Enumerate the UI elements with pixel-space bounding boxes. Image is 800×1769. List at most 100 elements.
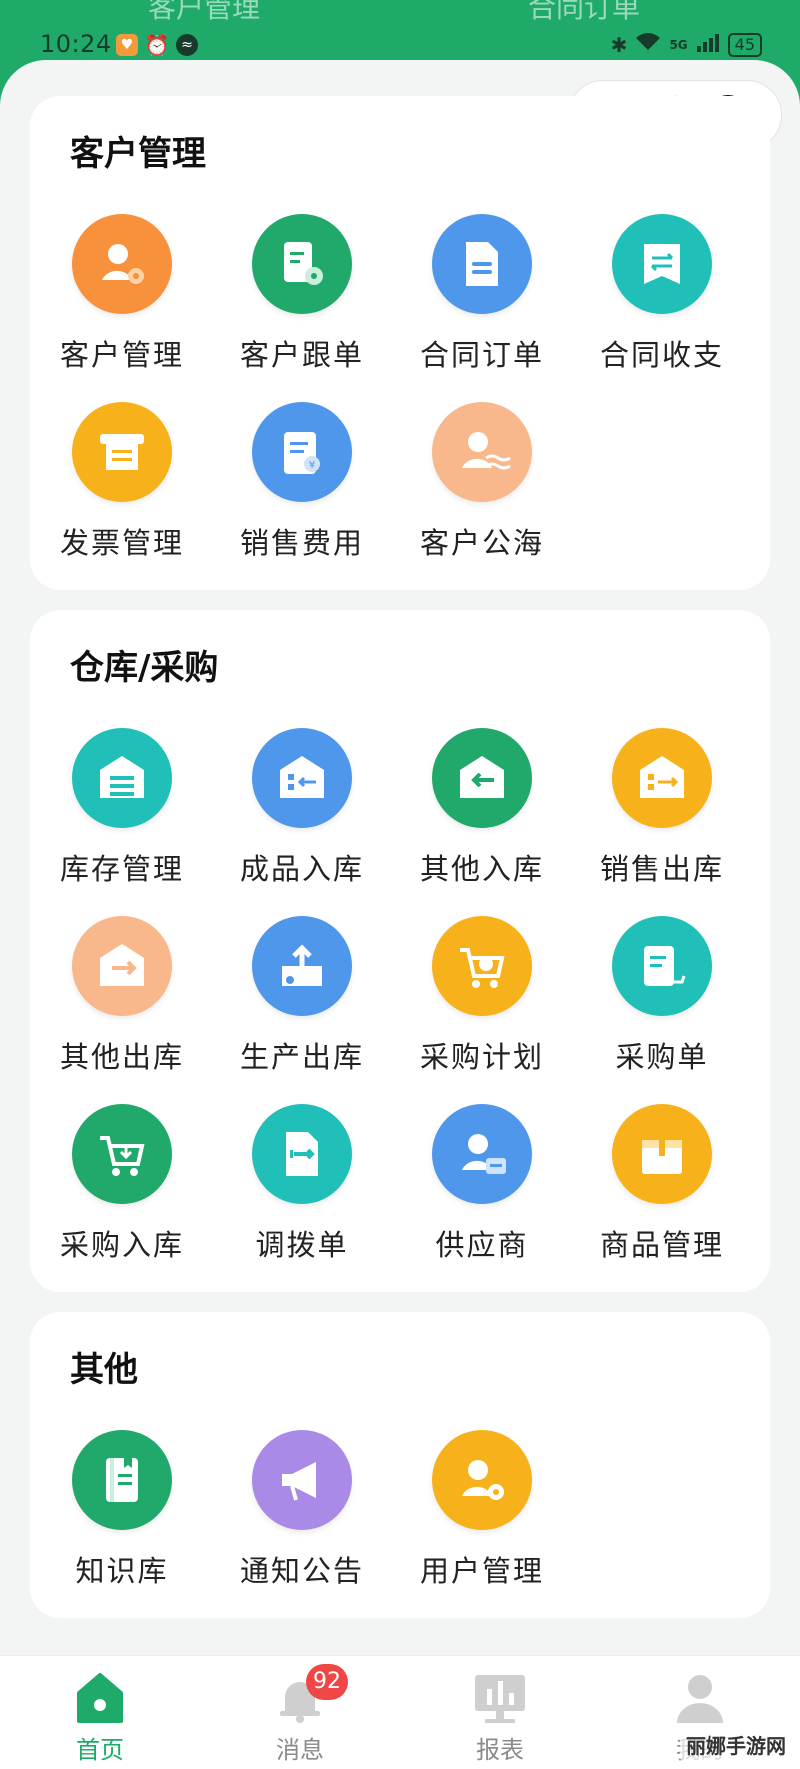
- feature-label: 其他出库: [59, 1040, 184, 1074]
- product-box-icon: [612, 1104, 712, 1204]
- bell-icon: 92: [270, 1664, 348, 1726]
- feature-tile[interactable]: 合同收支: [572, 214, 752, 374]
- feature-tile[interactable]: 用户管理: [392, 1430, 572, 1590]
- feature-label: 采购单: [615, 1040, 709, 1074]
- status-time: 10:24: [40, 30, 112, 58]
- feature-tile[interactable]: 客户公海: [392, 402, 572, 562]
- warehouse-icon: [72, 728, 172, 828]
- feature-label: 客户管理: [59, 338, 184, 372]
- profile-icon: [670, 1670, 730, 1726]
- feature-label: 客户公海: [419, 526, 544, 560]
- feature-tile[interactable]: 合同订单: [392, 214, 572, 374]
- feature-tile[interactable]: 知识库: [32, 1430, 212, 1590]
- customer-sea-icon: [432, 402, 532, 502]
- feature-tile[interactable]: 客户跟单: [212, 214, 392, 374]
- background-header: 客户管理 合同订单: [0, 0, 800, 30]
- megaphone-icon: [252, 1430, 352, 1530]
- warehouse-arrow-in-icon: [432, 728, 532, 828]
- feature-tile[interactable]: 客户管理: [32, 214, 212, 374]
- network-label: 5G: [669, 37, 688, 52]
- feature-tile[interactable]: 商品管理: [572, 1104, 752, 1264]
- tab-messages-label: 消息: [276, 1736, 324, 1764]
- expense-notepad-icon: ¥: [252, 402, 352, 502]
- cart-download-icon: [72, 1104, 172, 1204]
- watermark: 丽娜手游网: [680, 1728, 792, 1761]
- tray-upload-icon: [252, 916, 352, 1016]
- contract-document-icon: [432, 214, 532, 314]
- signal-icon: [696, 32, 720, 57]
- feature-label: 调拨单: [255, 1228, 349, 1262]
- svg-text:¥: ¥: [309, 460, 315, 471]
- feature-label: 通知公告: [239, 1554, 364, 1588]
- feature-label: 其他入库: [419, 852, 544, 886]
- wave-icon: ≈: [176, 34, 198, 56]
- warehouse-arrow-out-icon: [72, 916, 172, 1016]
- clipboard-cart-icon: [612, 916, 712, 1016]
- feature-label: 用户管理: [419, 1554, 544, 1588]
- tab-home[interactable]: 首页: [0, 1670, 200, 1765]
- feature-tile[interactable]: 调拨单: [212, 1104, 392, 1264]
- feature-label: 供应商: [435, 1228, 529, 1262]
- tab-home-label: 首页: [76, 1736, 124, 1764]
- status-bar: 10:24 ♥ ⏰ ≈ ✱ 5G 45: [0, 28, 800, 62]
- user-gear-icon: [432, 1430, 532, 1530]
- feature-label: 生产出库: [239, 1040, 364, 1074]
- battery-icon: 45: [727, 32, 762, 57]
- home-icon: [70, 1670, 130, 1726]
- message-count-badge: 92: [306, 1664, 348, 1700]
- transfer-document-icon: [252, 1104, 352, 1204]
- warehouse-in-icon: [252, 728, 352, 828]
- feature-label: 客户跟单: [239, 338, 364, 372]
- bluetooth-icon: ✱: [610, 32, 628, 57]
- invoice-printer-icon: [72, 402, 172, 502]
- feature-tile[interactable]: 销售出库: [572, 728, 752, 888]
- customer-gear-icon: [72, 214, 172, 314]
- supplier-card-icon: [432, 1104, 532, 1204]
- warehouse-out-icon: [612, 728, 712, 828]
- feature-label: 采购入库: [59, 1228, 184, 1262]
- feature-label: 知识库: [75, 1554, 169, 1588]
- feature-tile[interactable]: 采购计划: [392, 916, 572, 1076]
- app-notification-icon: ♥: [116, 34, 138, 56]
- feature-label: 合同订单: [419, 338, 544, 372]
- feature-label: 商品管理: [599, 1228, 724, 1262]
- system-indicators: ✱ 5G 45: [611, 32, 762, 57]
- section-card-warehouse: 仓库/采购 库存管理 成品入库 其他入库 销售出库其他出库 生产出库 采购计划 采购单采购入…: [30, 610, 770, 1292]
- tab-reports[interactable]: 报表: [400, 1670, 600, 1765]
- feature-tile[interactable]: 成品入库: [212, 728, 392, 888]
- feature-tile[interactable]: 其他入库: [392, 728, 572, 888]
- tab-reports-label: 报表: [476, 1736, 524, 1764]
- feature-tile[interactable]: 库存管理: [32, 728, 212, 888]
- chart-monitor-icon: [470, 1670, 530, 1726]
- feature-label: 库存管理: [59, 852, 184, 886]
- alarm-icon: ⏰: [144, 33, 170, 57]
- ghost-tab-contract: 合同订单: [528, 0, 641, 24]
- exchange-receipt-icon: [612, 214, 712, 314]
- feature-label: 成品入库: [239, 852, 364, 886]
- feature-label: 合同收支: [599, 338, 724, 372]
- feature-tile[interactable]: 生产出库: [212, 916, 392, 1076]
- section-card-other: 其他 知识库 通知公告 用户管理: [30, 1312, 770, 1618]
- notification-icons: ♥ ⏰ ≈: [116, 33, 198, 57]
- wifi-icon: [635, 32, 661, 57]
- section-title: 客户管理: [70, 134, 206, 174]
- section-card-customer: 客户管理 客户管理 客户跟单 合同订单 合同收支 发票管理 ¥ 销售费用 客户公海: [30, 96, 770, 590]
- feature-tile[interactable]: 采购单: [572, 916, 752, 1076]
- feature-tile[interactable]: 供应商: [392, 1104, 572, 1264]
- section-title: 仓库/采购: [70, 648, 219, 688]
- feature-tile[interactable]: 通知公告: [212, 1430, 392, 1590]
- cart-clock-icon: [432, 916, 532, 1016]
- section-title: 其他: [70, 1350, 138, 1390]
- feature-tile[interactable]: 其他出库: [32, 916, 212, 1076]
- ghost-tab-customer: 客户管理: [148, 0, 261, 24]
- document-target-icon: [252, 214, 352, 314]
- feature-tile[interactable]: 发票管理: [32, 402, 212, 562]
- feature-label: 采购计划: [419, 1040, 544, 1074]
- feature-tile[interactable]: 采购入库: [32, 1104, 212, 1264]
- feature-label: 发票管理: [59, 526, 184, 560]
- feature-label: 销售出库: [599, 852, 724, 886]
- knowledge-book-icon: [72, 1430, 172, 1530]
- feature-tile[interactable]: ¥ 销售费用: [212, 402, 392, 562]
- feature-label: 销售费用: [239, 526, 364, 560]
- tab-messages[interactable]: 92 消息: [200, 1664, 400, 1765]
